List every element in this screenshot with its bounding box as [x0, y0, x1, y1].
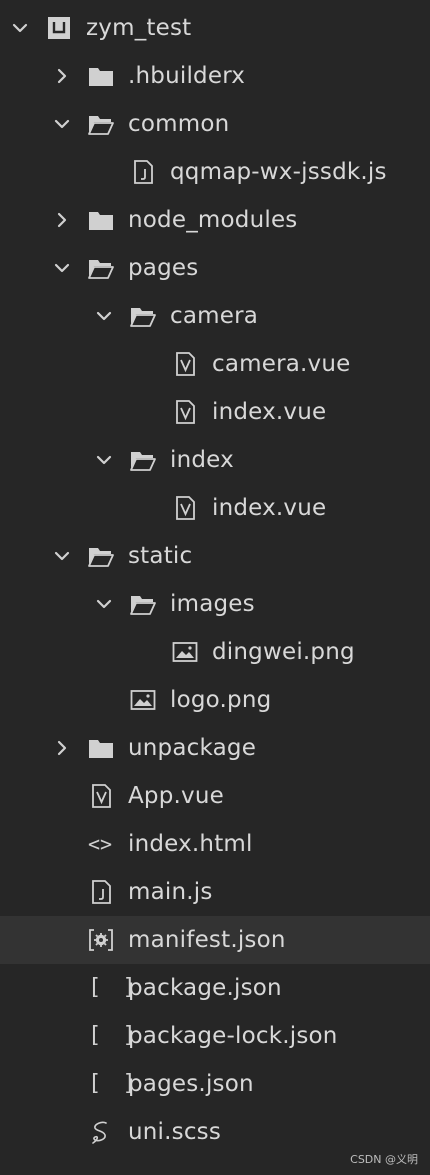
chevron-down-icon[interactable]: [94, 450, 114, 470]
file-row-uni-scss[interactable]: uni.scss: [0, 1108, 430, 1156]
manifest-file-icon: [88, 928, 114, 952]
folder-open-icon: [130, 448, 156, 472]
file-row-package-lock-json[interactable]: [ ] package-lock.json: [0, 1012, 430, 1060]
project-icon: [46, 16, 72, 40]
js-file-icon: [130, 160, 156, 184]
folder-open-icon: [130, 592, 156, 616]
folder-open-icon: [130, 304, 156, 328]
folder-row-index[interactable]: index: [0, 436, 430, 484]
folder-open-icon: [88, 544, 114, 568]
file-row-app-vue[interactable]: App.vue: [0, 772, 430, 820]
file-row-manifest-json[interactable]: manifest.json: [0, 916, 430, 964]
chevron-down-icon[interactable]: [94, 594, 114, 614]
folder-open-icon: [88, 256, 114, 280]
vue-file-icon: [172, 496, 198, 520]
scss-file-icon: [88, 1120, 114, 1144]
chevron-right-icon[interactable]: [52, 738, 72, 758]
tree-item-label: dingwei.png: [212, 639, 355, 665]
file-row-dingwei-png[interactable]: dingwei.png: [0, 628, 430, 676]
tree-item-label: node_modules: [128, 207, 298, 233]
file-row-camera-vue[interactable]: camera.vue: [0, 340, 430, 388]
tree-item-label: zym_test: [86, 15, 192, 41]
folder-row-images[interactable]: images: [0, 580, 430, 628]
tree-item-label: static: [128, 543, 193, 569]
vue-file-icon: [172, 352, 198, 376]
tree-item-label: package-lock.json: [128, 1023, 338, 1049]
folder-row-pages[interactable]: pages: [0, 244, 430, 292]
chevron-right-icon[interactable]: [52, 66, 72, 86]
tree-item-label: index: [170, 447, 234, 473]
tree-item-label: manifest.json: [128, 927, 286, 953]
chevron-down-icon[interactable]: [94, 306, 114, 326]
tree-item-label: images: [170, 591, 255, 617]
file-row-index-vue[interactable]: index.vue: [0, 484, 430, 532]
chevron-down-icon[interactable]: [52, 258, 72, 278]
folder-row-node-modules[interactable]: node_modules: [0, 196, 430, 244]
image-file-icon: [172, 640, 198, 664]
chevron-down-icon[interactable]: [52, 546, 72, 566]
chevron-right-icon[interactable]: [52, 210, 72, 230]
tree-item-label: qqmap-wx-jssdk.js: [170, 159, 387, 185]
tree-item-label: index.vue: [212, 399, 327, 425]
tree-item-label: uni.scss: [128, 1119, 222, 1145]
json-file-icon: [ ]: [88, 975, 140, 1000]
tree-item-label: App.vue: [128, 783, 224, 809]
json-file-icon: [ ]: [88, 1023, 140, 1048]
file-row-pages-json[interactable]: [ ] pages.json: [0, 1060, 430, 1108]
file-row-main-js[interactable]: main.js: [0, 868, 430, 916]
file-row-qqmap-wx-jssdk-js[interactable]: qqmap-wx-jssdk.js: [0, 148, 430, 196]
chevron-down-icon[interactable]: [10, 18, 30, 38]
folder-row-zym-test[interactable]: zym_test: [0, 4, 430, 52]
tree-item-label: index.html: [128, 831, 253, 857]
js-file-icon: [88, 880, 114, 904]
file-row-package-json[interactable]: [ ] package.json: [0, 964, 430, 1012]
watermark: CSDN @义明: [350, 1153, 418, 1166]
tree-item-label: common: [128, 111, 230, 137]
folder-row-unpackage[interactable]: unpackage: [0, 724, 430, 772]
tree-item-label: index.vue: [212, 495, 327, 521]
file-row-index-html[interactable]: <> index.html: [0, 820, 430, 868]
file-row-logo-png[interactable]: logo.png: [0, 676, 430, 724]
file-row-index-vue[interactable]: index.vue: [0, 388, 430, 436]
folder-row-camera[interactable]: camera: [0, 292, 430, 340]
image-file-icon: [130, 688, 156, 712]
tree-item-label: pages: [128, 255, 199, 281]
tree-item-label: main.js: [128, 879, 213, 905]
tree-item-label: package.json: [128, 975, 282, 1001]
tree-item-label: camera.vue: [212, 351, 351, 377]
vue-file-icon: [172, 400, 198, 424]
file-explorer-tree: zym_test .hbuilderx common qqmap-wx-jssdk.j…: [0, 4, 430, 1156]
tree-item-label: camera: [170, 303, 259, 329]
tree-item-label: .hbuilderx: [128, 63, 246, 89]
html-file-icon: <>: [88, 832, 113, 856]
folder-open-icon: [88, 112, 114, 136]
folder-icon: [88, 208, 114, 232]
folder-row-static[interactable]: static: [0, 532, 430, 580]
vue-file-icon: [88, 784, 114, 808]
tree-item-label: pages.json: [128, 1071, 254, 1097]
tree-item-label: unpackage: [128, 735, 257, 761]
folder-row-hbuilderx[interactable]: .hbuilderx: [0, 52, 430, 100]
folder-icon: [88, 736, 114, 760]
folder-icon: [88, 64, 114, 88]
tree-item-label: logo.png: [170, 687, 272, 713]
folder-row-common[interactable]: common: [0, 100, 430, 148]
chevron-down-icon[interactable]: [52, 114, 72, 134]
json-file-icon: [ ]: [88, 1071, 140, 1096]
